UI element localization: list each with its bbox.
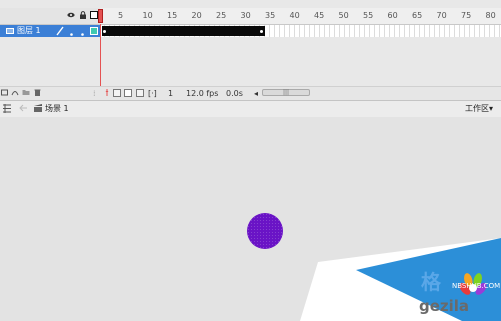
- watermark-brand-cn: 格: [421, 270, 441, 294]
- watermark-brand-en: gezila: [419, 297, 470, 315]
- watermark-url: NBSHUB.COM: [452, 282, 501, 290]
